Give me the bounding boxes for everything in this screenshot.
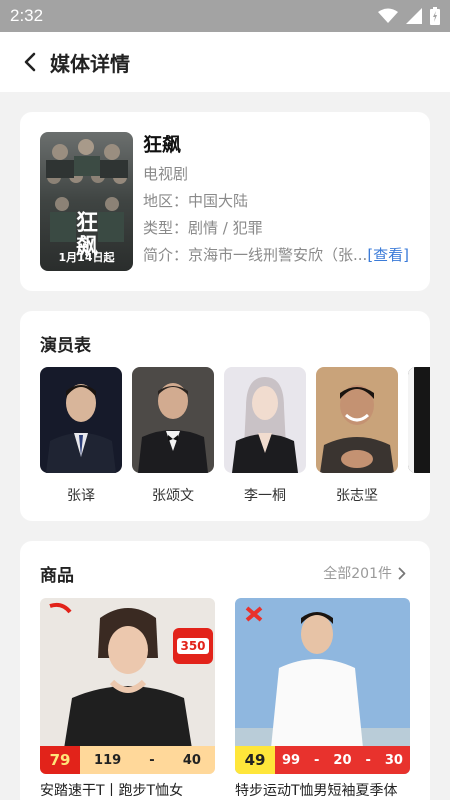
cast-photo bbox=[40, 367, 122, 473]
price-original: 99 bbox=[281, 752, 301, 768]
goods-image: 350 79 119 - 40 bbox=[40, 598, 215, 774]
see-more-link[interactable]: [查看] bbox=[367, 246, 409, 264]
price-value: 49 bbox=[244, 751, 266, 769]
price-minus: - bbox=[314, 752, 320, 768]
all-goods-link[interactable]: 全部201件 bbox=[323, 563, 406, 583]
media-info: 狂飙 电视剧 地区：中国大陆 类型：剧情 / 犯罪 简介：京海市一线刑警安欣（张… bbox=[143, 130, 410, 268]
price-bar: 49 99 - 20 - 30 bbox=[235, 746, 410, 774]
cast-member[interactable]: 张志坚 bbox=[316, 367, 398, 507]
cast-name: 张译 bbox=[67, 488, 95, 504]
cast-photo bbox=[408, 367, 430, 473]
media-info-card: 狂飙 1月14日起 狂飙 电视剧 地区：中国大陆 类型：剧情 / 犯罪 简介：京… bbox=[20, 112, 430, 291]
price-minus: - bbox=[149, 752, 155, 768]
cast-photo bbox=[132, 367, 214, 473]
cast-list[interactable]: 张译 张颂文 李一桐 张志坚 bbox=[40, 367, 430, 507]
media-category: 电视剧 bbox=[143, 165, 189, 183]
goods-title: 特步运动T恤男短袖夏季体 bbox=[235, 783, 398, 799]
chevron-left-icon bbox=[24, 52, 36, 72]
all-goods-label: 全部201件 bbox=[323, 566, 392, 582]
cast-card: 演员表 张译 张颂文 李一桐 张志坚 bbox=[20, 311, 430, 521]
price-breakdown: 119 - 40 bbox=[80, 746, 215, 774]
battery-icon bbox=[430, 7, 440, 25]
cast-member[interactable]: 李一桐 bbox=[224, 367, 306, 507]
price-discount: 40 bbox=[182, 752, 201, 768]
signal-icon bbox=[406, 8, 422, 24]
price-bar: 79 119 - 40 bbox=[40, 746, 215, 774]
app-bar: 媒体详情 bbox=[0, 32, 450, 92]
goods-card: 商品 全部201件 350 79 119 - 40 安踏速干T丨跑步T恤女 49… bbox=[20, 541, 430, 800]
media-region: 地区：中国大陆 bbox=[143, 192, 249, 210]
cast-photo bbox=[224, 367, 306, 473]
media-genre: 类型：剧情 / 犯罪 bbox=[143, 219, 263, 237]
goods-section-title: 商品 bbox=[40, 566, 74, 586]
promo-badge-value: 350 bbox=[177, 638, 209, 654]
price-breakdown: 99 - 20 - 30 bbox=[275, 746, 410, 774]
media-summary-line: 简介：京海市一线刑警安欣（张...[查看] bbox=[143, 242, 410, 268]
cast-name: 张颂文 bbox=[152, 488, 194, 504]
goods-list: 350 79 119 - 40 安踏速干T丨跑步T恤女 49 99 - 20 -… bbox=[40, 598, 410, 800]
cast-name: 张志坚 bbox=[336, 488, 378, 504]
price-main: 79 bbox=[40, 746, 80, 774]
goods-image: 49 99 - 20 - 30 bbox=[235, 598, 410, 774]
price-original: 119 bbox=[94, 752, 122, 768]
media-poster[interactable]: 狂飙 1月14日起 bbox=[40, 132, 133, 271]
status-time: 2:32 bbox=[10, 6, 44, 25]
price-value: 79 bbox=[49, 751, 71, 769]
goods-item[interactable]: 350 79 119 - 40 安踏速干T丨跑步T恤女 bbox=[40, 598, 215, 800]
media-summary: 简介：京海市一线刑警安欣（张... bbox=[143, 246, 368, 264]
status-icons bbox=[378, 7, 440, 25]
wifi-icon bbox=[378, 8, 398, 23]
cast-photo bbox=[316, 367, 398, 473]
price-main: 49 bbox=[235, 746, 275, 774]
cast-member-partial[interactable] bbox=[408, 367, 430, 507]
status-bar: 2:32 bbox=[0, 0, 450, 32]
poster-date: 1月14日起 bbox=[58, 251, 115, 264]
price-minus: - bbox=[365, 752, 371, 768]
chevron-right-icon bbox=[398, 567, 406, 579]
goods-title: 安踏速干T丨跑步T恤女 bbox=[40, 783, 184, 799]
cast-member[interactable]: 张颂文 bbox=[132, 367, 214, 507]
media-title: 狂飙 bbox=[143, 134, 182, 156]
cast-member[interactable]: 张译 bbox=[40, 367, 122, 507]
cast-name: 李一桐 bbox=[244, 488, 286, 504]
promo-badge: 350 bbox=[173, 628, 213, 664]
goods-item[interactable]: 49 99 - 20 - 30 特步运动T恤男短袖夏季体 bbox=[235, 598, 410, 800]
cast-section-title: 演员表 bbox=[40, 336, 91, 356]
page-title: 媒体详情 bbox=[50, 51, 130, 76]
price-discount: 20 bbox=[333, 752, 352, 768]
price-coupon: 30 bbox=[384, 752, 403, 768]
